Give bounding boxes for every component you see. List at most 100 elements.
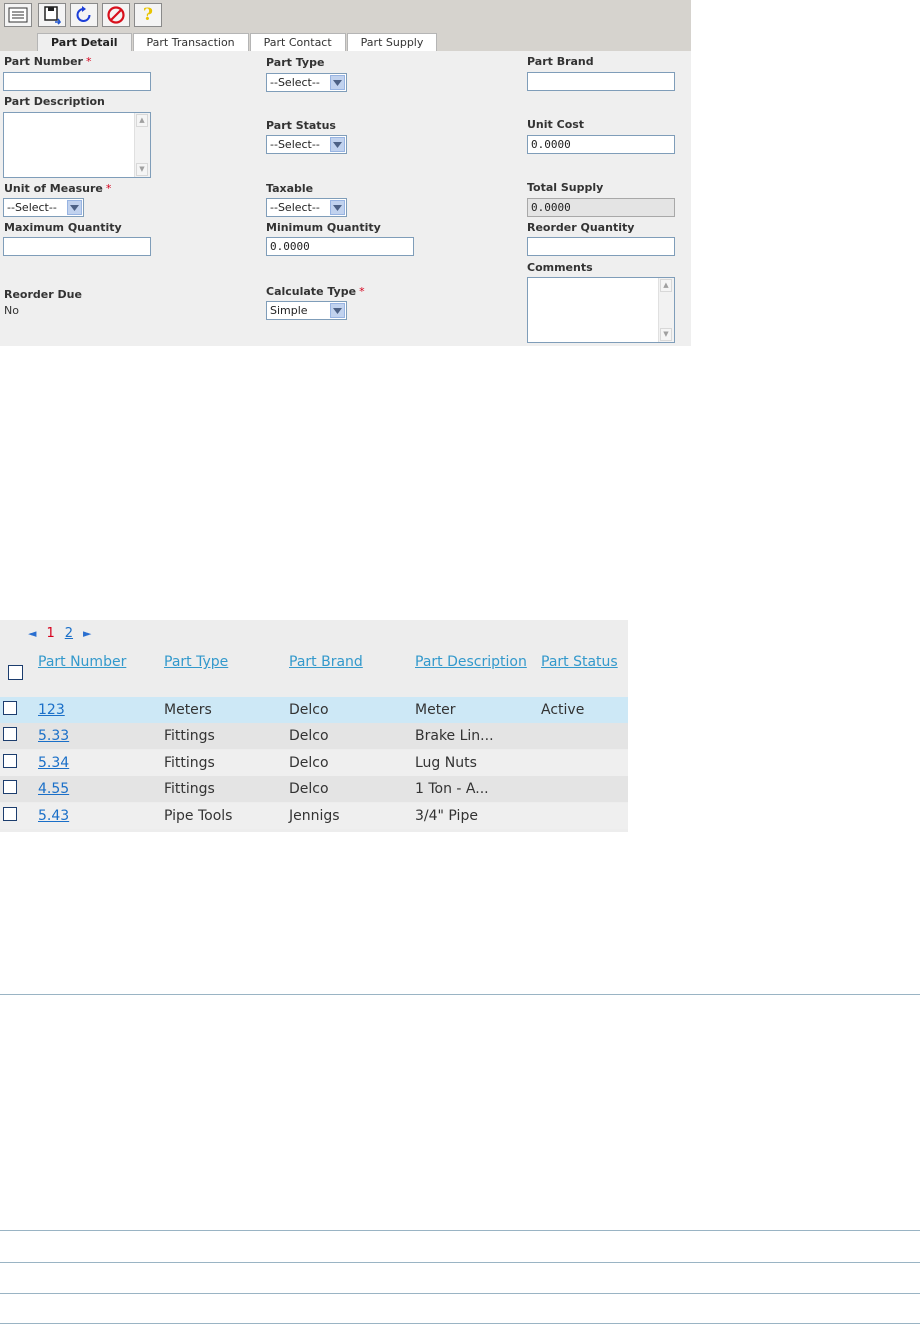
chevron-down-icon xyxy=(67,200,82,215)
scroll-up-icon[interactable]: ▲ xyxy=(660,279,672,292)
part-description-cell: Lug Nuts xyxy=(415,755,477,771)
part-type-cell: Fittings xyxy=(164,728,215,744)
row-checkbox[interactable] xyxy=(3,727,17,741)
scrollbar[interactable]: ▲ ▼ xyxy=(658,278,674,342)
total-supply-label: Total Supply xyxy=(527,181,604,194)
tab-bar: Part Detail Part Transaction Part Contac… xyxy=(37,33,438,51)
required-marker: * xyxy=(85,55,92,68)
part-number-input[interactable] xyxy=(3,72,151,91)
next-page-icon[interactable]: ► xyxy=(83,627,91,640)
refresh-icon xyxy=(76,6,91,22)
list-icon xyxy=(8,7,28,23)
tab-part-supply[interactable]: Part Supply xyxy=(346,33,438,51)
pager: ◄ 1 2 ► xyxy=(28,624,92,642)
required-marker: * xyxy=(359,285,365,298)
table-row[interactable]: 123 Meters Delco Meter Active xyxy=(0,697,628,723)
part-number-link[interactable]: 5.34 xyxy=(38,755,69,771)
cancel-icon xyxy=(107,6,125,24)
page-2-link[interactable]: 2 xyxy=(65,626,73,641)
part-type-cell: Fittings xyxy=(164,755,215,771)
refresh-button[interactable] xyxy=(70,3,98,27)
row-checkbox[interactable] xyxy=(3,754,17,768)
part-number-link[interactable]: 123 xyxy=(38,702,65,718)
tab-part-transaction[interactable]: Part Transaction xyxy=(132,33,249,51)
part-brand-label: Part Brand xyxy=(527,55,594,68)
scroll-down-icon[interactable]: ▼ xyxy=(660,328,672,341)
part-type-select[interactable]: --Select-- xyxy=(266,73,347,92)
cancel-button[interactable] xyxy=(102,3,130,27)
part-type-label: Part Type xyxy=(266,56,325,69)
part-status-value: --Select-- xyxy=(270,138,320,151)
reorder-quantity-label: Reorder Quantity xyxy=(527,221,635,234)
part-description-textarea[interactable]: ▲ ▼ xyxy=(3,112,151,178)
calculate-type-select[interactable]: Simple xyxy=(266,301,347,320)
scroll-up-icon[interactable]: ▲ xyxy=(136,114,148,127)
save-icon xyxy=(44,6,62,25)
toolbar: ? Part Detail Part Transaction Part Cont… xyxy=(0,0,691,51)
part-type-cell: Fittings xyxy=(164,781,215,797)
column-header-part-brand[interactable]: Part Brand xyxy=(289,654,363,670)
minimum-quantity-input[interactable]: 0.0000 xyxy=(266,237,414,256)
part-number-link[interactable]: 4.55 xyxy=(38,781,69,797)
chevron-down-icon xyxy=(330,75,345,90)
taxable-label: Taxable xyxy=(266,182,314,195)
tab-part-detail[interactable]: Part Detail xyxy=(37,33,132,51)
select-all-checkbox[interactable] xyxy=(8,665,23,680)
unit-of-measure-value: --Select-- xyxy=(7,201,57,214)
part-number-link[interactable]: 5.33 xyxy=(38,728,69,744)
page-1-link[interactable]: 1 xyxy=(46,626,54,641)
divider xyxy=(0,1262,920,1263)
reorder-quantity-input[interactable] xyxy=(527,237,675,256)
divider xyxy=(0,994,920,995)
part-brand-cell: Delco xyxy=(289,702,329,718)
part-type-cell: Pipe Tools xyxy=(164,808,233,824)
divider xyxy=(0,1230,920,1231)
unit-cost-input[interactable]: 0.0000 xyxy=(527,135,675,154)
list-button[interactable] xyxy=(4,3,32,27)
chevron-down-icon xyxy=(330,200,345,215)
part-description-cell: 1 Ton - A... xyxy=(415,781,489,797)
part-number-link[interactable]: 5.43 xyxy=(38,808,69,824)
taxable-value: --Select-- xyxy=(270,201,320,214)
part-status-cell: Active xyxy=(541,702,585,718)
part-brand-cell: Delco xyxy=(289,755,329,771)
unit-of-measure-select[interactable]: --Select-- xyxy=(3,198,84,217)
reorder-due-value: No xyxy=(4,304,19,317)
part-status-label: Part Status xyxy=(266,119,336,132)
taxable-select[interactable]: --Select-- xyxy=(266,198,347,217)
column-header-part-type[interactable]: Part Type xyxy=(164,654,228,670)
chevron-down-icon xyxy=(330,137,345,152)
row-checkbox[interactable] xyxy=(3,780,17,794)
part-number-label: Part Number * xyxy=(4,55,92,68)
column-header-part-number[interactable]: Part Number xyxy=(38,654,126,670)
scroll-down-icon[interactable]: ▼ xyxy=(136,163,148,176)
help-button[interactable]: ? xyxy=(134,3,162,27)
row-checkbox[interactable] xyxy=(3,807,17,821)
part-brand-cell: Jennigs xyxy=(289,808,340,824)
save-button[interactable] xyxy=(38,3,66,27)
part-brand-input[interactable] xyxy=(527,72,675,91)
table-row[interactable]: 4.55 Fittings Delco 1 Ton - A... xyxy=(0,776,628,802)
maximum-quantity-label: Maximum Quantity xyxy=(4,221,122,234)
part-description-cell: 3/4" Pipe xyxy=(415,808,478,824)
maximum-quantity-input[interactable] xyxy=(3,237,151,256)
column-header-part-description[interactable]: Part Description xyxy=(415,654,527,670)
part-description-label: Part Description xyxy=(4,95,105,108)
minimum-quantity-label: Minimum Quantity xyxy=(266,221,381,234)
row-checkbox[interactable] xyxy=(3,701,17,715)
table-row[interactable]: 5.43 Pipe Tools Jennigs 3/4" Pipe xyxy=(0,803,628,829)
part-status-select[interactable]: --Select-- xyxy=(266,135,347,154)
tab-part-contact[interactable]: Part Contact xyxy=(249,33,346,51)
comments-textarea[interactable]: ▲ ▼ xyxy=(527,277,675,343)
scrollbar[interactable]: ▲ ▼ xyxy=(134,113,150,177)
reorder-due-label: Reorder Due xyxy=(4,288,82,301)
part-description-cell: Meter xyxy=(415,702,456,718)
help-icon: ? xyxy=(143,5,153,25)
part-detail-panel: ? Part Detail Part Transaction Part Cont… xyxy=(0,0,691,346)
table-row[interactable]: 5.33 Fittings Delco Brake Lin... xyxy=(0,723,628,749)
column-header-part-status[interactable]: Part Status xyxy=(541,654,618,670)
prev-page-icon[interactable]: ◄ xyxy=(28,627,36,640)
comments-label: Comments xyxy=(527,261,593,274)
unit-cost-label: Unit Cost xyxy=(527,118,585,131)
table-row[interactable]: 5.34 Fittings Delco Lug Nuts xyxy=(0,750,628,776)
